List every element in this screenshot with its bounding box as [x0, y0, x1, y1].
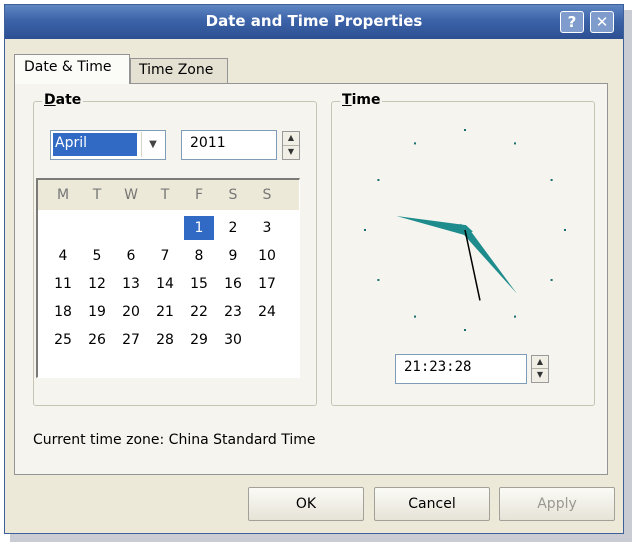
analog-clock — [364, 129, 566, 331]
tab-time-zone[interactable]: Time Zone — [130, 58, 228, 84]
title-bar[interactable]: Date and Time Properties ? ✕ — [5, 5, 623, 39]
day-of-week-header: T — [160, 187, 170, 203]
calendar-day[interactable]: 4 — [48, 244, 78, 268]
clock-hour-marker — [377, 279, 380, 281]
calendar-day[interactable]: 29 — [184, 328, 214, 352]
calendar-day[interactable]: 25 — [48, 328, 78, 352]
spin-up-icon[interactable]: ▲ — [532, 356, 548, 369]
close-button[interactable]: ✕ — [590, 11, 614, 33]
clock-hour-marker — [377, 179, 380, 181]
clock-hour-marker — [364, 229, 366, 231]
clock-hour-marker — [514, 315, 516, 318]
calendar-day[interactable]: 13 — [116, 272, 146, 296]
calendar-day[interactable]: 7 — [150, 244, 180, 268]
calendar-day[interactable]: 27 — [116, 328, 146, 352]
time-spinner[interactable]: ▲ ▼ — [531, 355, 549, 383]
calendar-header: MTWTFSS — [38, 180, 299, 210]
clock-hour-marker — [464, 329, 466, 331]
day-of-week-header: T — [92, 187, 102, 203]
clock-hour-marker — [464, 129, 466, 131]
calendar-day[interactable]: 15 — [184, 272, 214, 296]
year-spinner[interactable]: ▲ ▼ — [282, 131, 300, 160]
calendar-day[interactable]: 3 — [252, 216, 282, 240]
clock-hour-marker — [514, 142, 516, 145]
clock-hour-marker — [550, 179, 553, 181]
spin-up-icon[interactable]: ▲ — [283, 132, 299, 146]
clock-minute-hand — [459, 223, 517, 294]
help-button[interactable]: ? — [560, 11, 584, 33]
time-group-label: Time — [340, 92, 383, 108]
date-group-label-accel: D — [44, 92, 56, 108]
calendar-day[interactable]: 30 — [218, 328, 248, 352]
calendar-day[interactable]: 18 — [48, 300, 78, 324]
calendar-day[interactable]: 12 — [82, 272, 112, 296]
date-group-label: Date — [42, 92, 84, 108]
calendar-day[interactable]: 26 — [82, 328, 112, 352]
calendar-day[interactable]: 11 — [48, 272, 78, 296]
calendar-day[interactable]: 24 — [252, 300, 282, 324]
calendar-day[interactable]: 20 — [116, 300, 146, 324]
date-group-label-rest: ate — [55, 92, 82, 108]
calendar-day[interactable]: 8 — [184, 244, 214, 268]
time-input[interactable]: 21:23:28 — [395, 354, 527, 384]
day-of-week-header: M — [56, 187, 70, 203]
chevron-down-icon[interactable]: ▼ — [141, 132, 164, 157]
calendar-day[interactable]: 19 — [82, 300, 112, 324]
calendar-day[interactable]: 21 — [150, 300, 180, 324]
spin-down-icon[interactable]: ▼ — [532, 369, 548, 382]
calendar-grid[interactable]: MTWTFSS 1 2 3 4 5 6 7 8 9 10 11 12 13 14 15 16 17 18 19 20 2… — [36, 178, 300, 378]
time-group-label-accel: T — [342, 92, 352, 108]
clock-hour-marker — [414, 315, 416, 318]
time-group-label-rest: ime — [351, 92, 381, 108]
cancel-button[interactable]: Cancel — [374, 487, 490, 521]
month-select-value: April — [53, 133, 137, 156]
clock-hour-marker — [550, 279, 553, 281]
calendar-day[interactable]: 14 — [150, 272, 180, 296]
calendar-day[interactable]: 28 — [150, 328, 180, 352]
day-of-week-header: S — [262, 187, 272, 203]
calendar-day[interactable]: 23 — [218, 300, 248, 324]
calendar-day[interactable]: 1 — [184, 216, 214, 240]
window-title: Date and Time Properties — [205, 12, 423, 30]
apply-button[interactable]: Apply — [499, 487, 615, 521]
calendar-day[interactable]: 2 — [218, 216, 248, 240]
spin-down-icon[interactable]: ▼ — [283, 146, 299, 160]
clock-hour-marker — [414, 142, 416, 145]
calendar-day[interactable]: 9 — [218, 244, 248, 268]
calendar-day[interactable]: 5 — [82, 244, 112, 268]
day-of-week-header: S — [228, 187, 238, 203]
calendar-day[interactable]: 10 — [252, 244, 282, 268]
day-of-week-header: W — [124, 187, 138, 203]
calendar-day[interactable]: 6 — [116, 244, 146, 268]
clock-hour-marker — [564, 229, 566, 231]
ok-button[interactable]: OK — [248, 487, 364, 521]
calendar-day[interactable]: 17 — [252, 272, 282, 296]
calendar-day[interactable]: 22 — [184, 300, 214, 324]
current-time-zone-text: Current time zone: China Standard Time — [33, 432, 316, 448]
year-input[interactable]: 2011 — [181, 130, 277, 160]
tab-date-time[interactable]: Date & Time — [14, 54, 130, 84]
day-of-week-header: F — [194, 187, 204, 203]
month-select[interactable]: April ▼ — [50, 130, 166, 160]
calendar-day[interactable]: 16 — [218, 272, 248, 296]
